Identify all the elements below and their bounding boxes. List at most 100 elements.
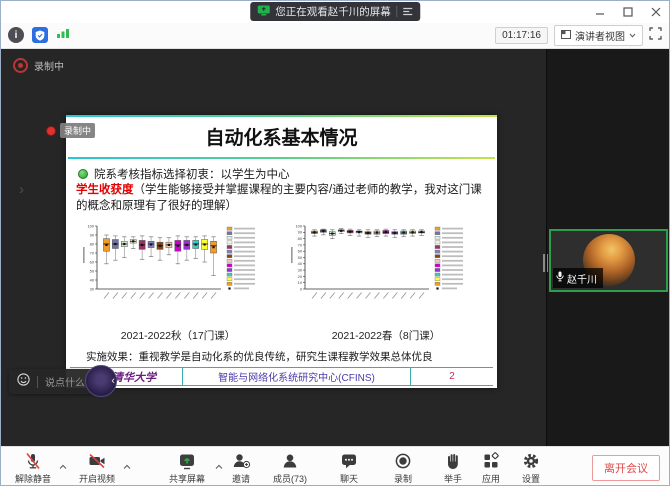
mute-button[interactable]: 解除静音 — [9, 450, 57, 485]
svg-text:70: 70 — [298, 242, 303, 247]
mute-label: 解除静音 — [9, 472, 57, 485]
minimize-button[interactable] — [593, 5, 607, 19]
fullscreen-icon[interactable] — [649, 27, 662, 45]
mic-status-icon — [556, 269, 564, 287]
invite-person-icon — [223, 450, 259, 471]
chart-caption-fall: 2021-2022秋（17门课） — [80, 328, 276, 343]
panel-drag-handle[interactable] — [543, 254, 548, 272]
raise-hand-button[interactable]: 举手 — [435, 450, 471, 485]
record-label: 录制 — [385, 472, 421, 485]
window-controls — [593, 1, 663, 23]
members-label: 成员(73) — [263, 472, 317, 485]
svg-text:70: 70 — [90, 250, 95, 255]
participant-tile[interactable]: 赵千川 — [549, 229, 668, 292]
invite-button[interactable]: 邀请 — [223, 450, 259, 485]
svg-text:90: 90 — [298, 230, 303, 235]
chat-button[interactable]: 聊天 — [331, 450, 367, 485]
security-shield-icon[interactable] — [32, 27, 48, 43]
svg-text:30: 30 — [90, 286, 95, 291]
svg-text:90: 90 — [90, 232, 95, 237]
effect-summary: 实施效果：重视教学是自动化系的优良传统，研究生课程教学效果总体优良 — [86, 349, 433, 364]
camera-off-icon — [73, 450, 121, 471]
chart-fall-term: 10090807060504030 2021-2022秋（17门课） — [80, 221, 276, 343]
boxplot-figure: 1009080706050403020100 — [288, 221, 484, 317]
svg-text:10: 10 — [298, 280, 303, 285]
svg-text:80: 80 — [298, 236, 303, 241]
meeting-window: 您正在观看赵千川的屏幕 i 01:17:16 演讲者视 — [0, 0, 670, 486]
chat-bar-divider — [37, 376, 38, 388]
apps-button[interactable]: 应用 — [473, 450, 509, 485]
apps-grid-icon — [473, 450, 509, 471]
maximize-button[interactable] — [621, 5, 635, 19]
svg-text:0: 0 — [300, 286, 303, 291]
share-screen-icon — [161, 450, 213, 471]
slide-paragraph: 学生收获度（学生能够接受并掌握课程的主要内容/通过老师的教学，我对这门课的概念和… — [76, 182, 490, 214]
status-icons: i — [8, 26, 70, 44]
recording-indicator-label: 录制中 — [34, 58, 64, 73]
university-name: 清华大学 — [112, 369, 156, 385]
bullet-text: 院系考核指标选择初衷：以学生为中心 — [94, 166, 290, 182]
participant-panel: 赵千川 — [546, 49, 670, 446]
collapse-chevron-icon[interactable]: ‹ — [111, 375, 115, 387]
layout-icon — [561, 30, 571, 42]
share-screen-button[interactable]: 共享屏幕 — [161, 450, 213, 485]
banner-menu-icon[interactable] — [402, 3, 413, 21]
banner-divider — [396, 6, 397, 17]
svg-text:50: 50 — [298, 255, 303, 260]
members-person-icon — [263, 450, 317, 471]
members-button[interactable]: 成员(73) — [263, 450, 317, 485]
settings-button[interactable]: 设置 — [513, 450, 549, 485]
record-button[interactable]: 录制 — [385, 450, 421, 485]
bullet-dot-icon — [78, 169, 88, 179]
raise-hand-label: 举手 — [435, 472, 471, 485]
mute-options-chevron[interactable] — [59, 457, 67, 475]
chat-label: 聊天 — [331, 472, 367, 485]
svg-text:20: 20 — [298, 274, 303, 279]
floating-seal-logo[interactable]: ‹ — [85, 365, 117, 397]
video-options-chevron[interactable] — [123, 457, 131, 475]
chart-caption-spring: 2021-2022春（8门课） — [288, 328, 484, 343]
start-video-button[interactable]: 开启视频 — [73, 450, 121, 485]
boxplot-charts: 10090807060504030 2021-2022秋（17门课） 10090… — [80, 221, 484, 343]
slide-page-number: 2 — [411, 368, 493, 385]
svg-text:60: 60 — [298, 249, 303, 254]
emoji-smiley-icon[interactable] — [17, 373, 30, 391]
microphone-muted-icon — [9, 450, 57, 471]
meeting-toolbar-top: i 01:17:16 演讲者视图 — [1, 23, 669, 49]
watching-banner-text: 您正在观看赵千川的屏幕 — [275, 4, 391, 19]
boxplot-spring: 1009080706050403020100 — [288, 221, 484, 322]
share-options-chevron[interactable] — [215, 457, 223, 475]
view-controls: 01:17:16 演讲者视图 — [495, 25, 662, 46]
recording-indicator: 录制中 — [13, 58, 64, 73]
paragraph-body: （学生能够接受并掌握课程的主要内容/通过老师的教学，我对这门课的概念和原理有了很… — [76, 184, 482, 212]
network-signal-icon[interactable] — [56, 26, 70, 44]
participant-name: 赵千川 — [567, 271, 597, 286]
invite-label: 邀请 — [223, 472, 259, 485]
slide-top-rule — [66, 115, 497, 117]
meeting-info-icon[interactable]: i — [8, 27, 24, 43]
svg-text:50: 50 — [90, 268, 95, 273]
footer-center-text: 智能与网络化系统研究中心(CFINS) — [182, 368, 411, 385]
svg-text:100: 100 — [88, 223, 95, 228]
meeting-timer: 01:17:16 — [495, 27, 548, 44]
start-video-label: 开启视频 — [73, 472, 121, 485]
svg-text:40: 40 — [90, 277, 95, 282]
gear-icon — [513, 450, 549, 471]
view-mode-caret-icon — [629, 30, 636, 41]
slide-recording-badge: 录制中 — [46, 123, 95, 138]
settings-label: 设置 — [513, 472, 549, 485]
svg-text:60: 60 — [90, 259, 95, 264]
share-screen-label: 共享屏幕 — [161, 472, 213, 485]
meeting-control-bar: 解除静音 开启视频 共享屏幕 邀请 成员(73) — [1, 446, 669, 486]
leave-meeting-button[interactable]: 离开会议 — [592, 455, 660, 481]
svg-text:30: 30 — [298, 268, 303, 273]
highlight-term: 学生收获度 — [76, 184, 134, 196]
expand-panel-chevron[interactable]: › — [19, 181, 24, 198]
shared-screen-stage: 录制中 › 录制中 自动化系基本情况 院系考核指标选择初衷：以学生为中心 学生收… — [1, 49, 546, 446]
view-mode-button[interactable]: 演讲者视图 — [554, 25, 643, 46]
close-button[interactable] — [649, 5, 663, 19]
recording-dot-icon — [13, 58, 28, 73]
slide-recording-label: 录制中 — [60, 123, 95, 138]
participant-name-badge: 赵千川 — [553, 268, 603, 288]
title-bar: 您正在观看赵千川的屏幕 — [1, 1, 669, 23]
